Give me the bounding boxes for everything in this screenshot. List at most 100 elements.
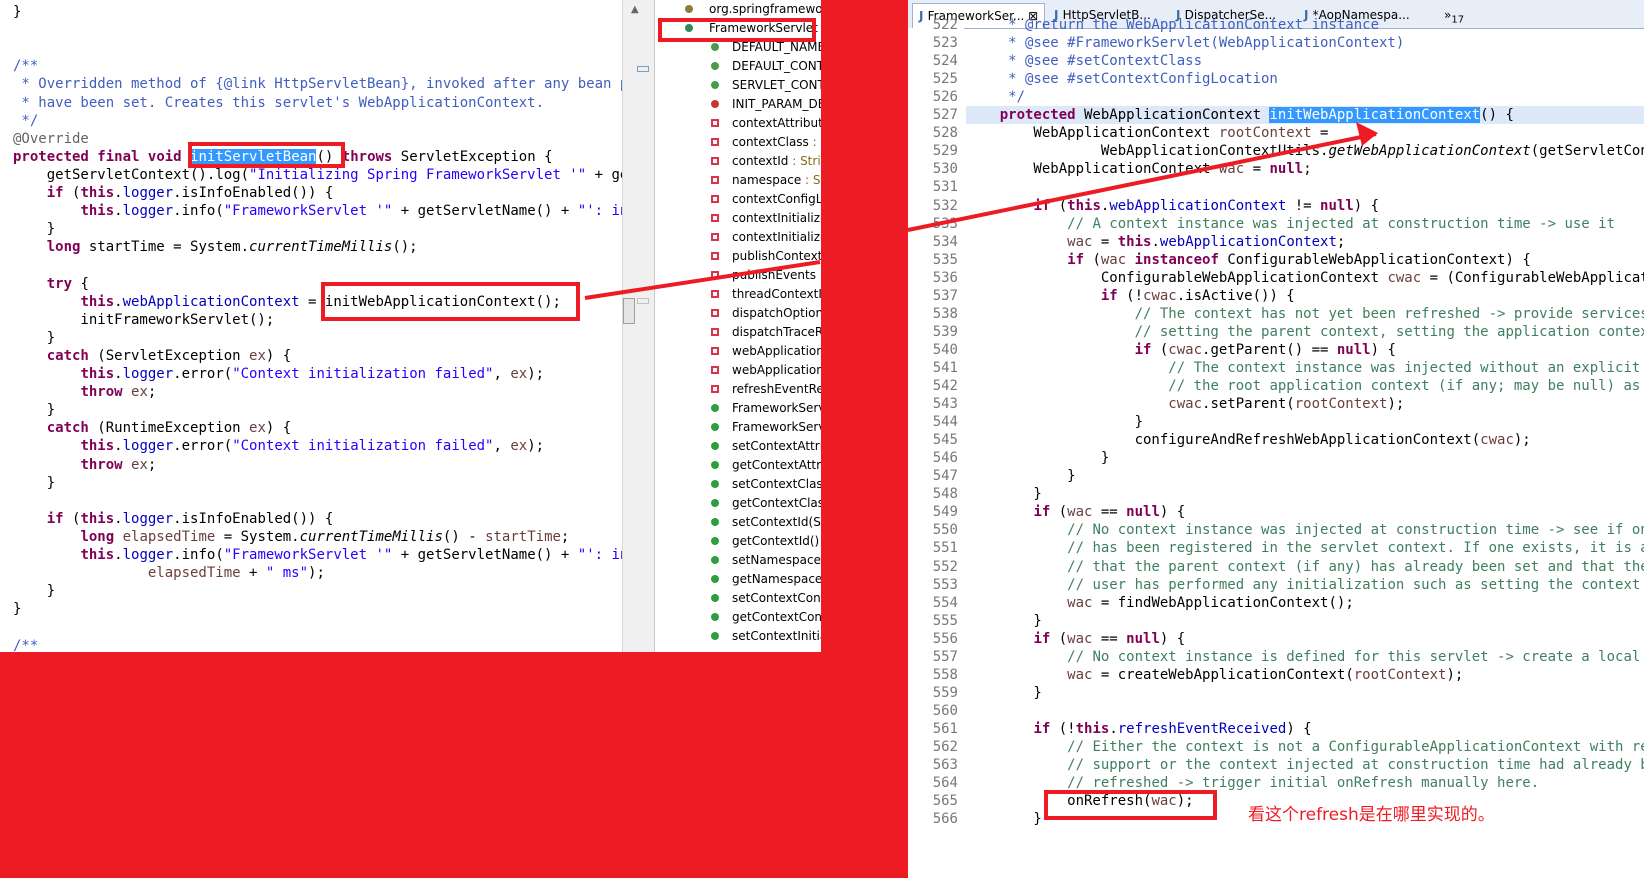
outline-item[interactable]: SERVLET_CONTEXT_PREFIX [655, 76, 821, 95]
outline-item[interactable]: org.springframework [655, 0, 821, 19]
code-line: */ [966, 88, 1025, 106]
code-token: .info( [173, 547, 224, 563]
private-field-icon [711, 119, 719, 127]
code-token: webApplicationContext [1159, 233, 1337, 250]
code-line: * @see #FrameworkServlet(WebApplicationC… [966, 34, 1404, 52]
outline-item[interactable]: contextInitializers [655, 209, 821, 228]
outline-item[interactable]: contextId : String [655, 152, 821, 171]
outline-item[interactable]: threadContextInheritable [655, 285, 821, 304]
code-line: } [13, 600, 21, 618]
private-field-icon [711, 366, 719, 374]
outline-item[interactable]: publishEvents : boolean [655, 266, 821, 285]
left-code-editor[interactable]: } /** * Overridden method of {@link HttpS… [0, 0, 622, 652]
code-token: .getParent() == [1202, 341, 1337, 358]
outline-item[interactable]: dispatchOptionsRequest [655, 304, 821, 323]
code-token: } [13, 601, 22, 618]
line-number: 539 [932, 323, 958, 340]
outline-item[interactable]: getContextConfigLocation() [655, 608, 821, 627]
outline-item-label: setNamespace(String) [732, 553, 821, 567]
code-token: .isInfoEnabled()) { [173, 185, 334, 201]
code-token: // No context instance was injected at c… [1067, 522, 1644, 539]
code-token: . [114, 438, 123, 455]
line-number: 559 [932, 684, 958, 701]
outline-item[interactable]: contextInitializerClasses [655, 228, 821, 247]
code-line: if (wac == null) { [966, 630, 1185, 648]
outline-item[interactable]: getContextClass() [655, 494, 821, 513]
outline-item[interactable]: FrameworkServlet() [655, 399, 821, 418]
outline-item[interactable]: FrameworkServlet(WebApplicationContext) [655, 418, 821, 437]
code-token: ) { [265, 420, 292, 437]
outline-item[interactable]: dispatchTraceRequest [655, 323, 821, 342]
code-token: // The context instance was injected wit… [1168, 359, 1641, 376]
code-token: . [1151, 233, 1160, 250]
left-editor-scrollbar[interactable]: ▲ [622, 0, 655, 652]
scroll-thumb[interactable] [623, 298, 635, 324]
outline-item[interactable]: setContextInitializers(...) [655, 627, 821, 646]
code-token: ) { [265, 347, 292, 364]
line-number: 540 [932, 341, 958, 358]
line-number: 562 [932, 739, 958, 755]
code-token: cwac [1168, 341, 1203, 358]
code-token: * @see #setContextClass [966, 53, 1203, 70]
code-token: long [46, 239, 81, 256]
code-token: try [46, 275, 73, 292]
outline-item[interactable]: contextClass : Class<?> [655, 133, 821, 152]
outline-item[interactable]: DEFAULT_CONTEXT_CLASS [655, 57, 821, 76]
right-code-area[interactable]: * @return the WebApplicationContext inst… [966, 17, 1644, 878]
code-line: */ [13, 112, 38, 130]
code-token: rootContext [1218, 125, 1312, 142]
code-token: (RuntimeException [88, 420, 250, 437]
code-token: WebApplicationContext [1075, 107, 1270, 124]
outline-item[interactable]: contextConfigLocation : String [655, 190, 821, 209]
tab-overflow-button[interactable]: »17 [1438, 3, 1470, 27]
code-token: ( [1050, 197, 1068, 214]
outline-item[interactable]: setContextAttribute(String) [655, 437, 821, 456]
outline-item[interactable]: setContextConfigLocation(String) [655, 589, 821, 608]
outline-item[interactable]: webApplicationContext [655, 342, 821, 361]
annotation-note: 看这个refresh是在哪里实现的。 [1248, 805, 1495, 825]
scroll-up-arrow-icon[interactable]: ▲ [631, 4, 639, 15]
outline-item[interactable]: getNamespace() [655, 570, 821, 589]
outline-item[interactable]: publishContext : boolean [655, 247, 821, 266]
code-token: } [966, 684, 1042, 701]
code-line: // that the parent context (if any) has … [966, 558, 1644, 576]
code-line: this.logger.info("FrameworkServlet '" + … [13, 202, 622, 220]
outline-item[interactable]: getContextId() : String [655, 532, 821, 551]
outline-item[interactable]: setContextId(String) [655, 513, 821, 532]
code-token: "': initialization started" [577, 203, 622, 220]
code-line: * have been set. Creates this servlet's … [13, 94, 544, 112]
code-token: . [114, 185, 123, 201]
code-line: this.logger.error("Context initializatio… [13, 365, 544, 383]
code-line: if (wac == null) { [966, 503, 1185, 521]
outline-item[interactable]: INIT_PARAM_DELIMITERS [655, 95, 821, 114]
outline-item[interactable]: contextAttribute : String [655, 114, 821, 133]
code-token: = findWebApplicationContext(); [1092, 594, 1354, 611]
outline-item[interactable]: webApplicationContextInjected [655, 361, 821, 380]
code-line: } [13, 220, 55, 238]
line-number: 566 [932, 811, 958, 828]
code-line: * @see #setContextClass [966, 52, 1202, 70]
outline-item[interactable]: setNamespace(String) [655, 551, 821, 570]
outline-item[interactable]: namespace : String [655, 171, 821, 190]
code-token: getWebApplicationContext [1328, 143, 1531, 160]
code-token: ; [147, 456, 157, 473]
outline-item[interactable]: refreshEventReceived [655, 380, 821, 399]
code-token: "Context initialization failed" [232, 438, 494, 455]
line-number: 563 [932, 757, 958, 774]
code-token: == [1092, 504, 1127, 521]
code-line: elapsedTime + " ms"); [13, 564, 325, 582]
line-number: 530 [932, 161, 958, 178]
public-method-icon [711, 575, 719, 583]
private-field-icon [711, 271, 719, 279]
code-line: protected WebApplicationContext initWebA… [966, 106, 1514, 124]
code-token: , [493, 366, 511, 382]
line-number: 531 [932, 179, 958, 196]
outline-item[interactable]: setContextClass(Class<?>) [655, 475, 821, 494]
outline-item[interactable]: getContextAttribute() [655, 456, 821, 475]
